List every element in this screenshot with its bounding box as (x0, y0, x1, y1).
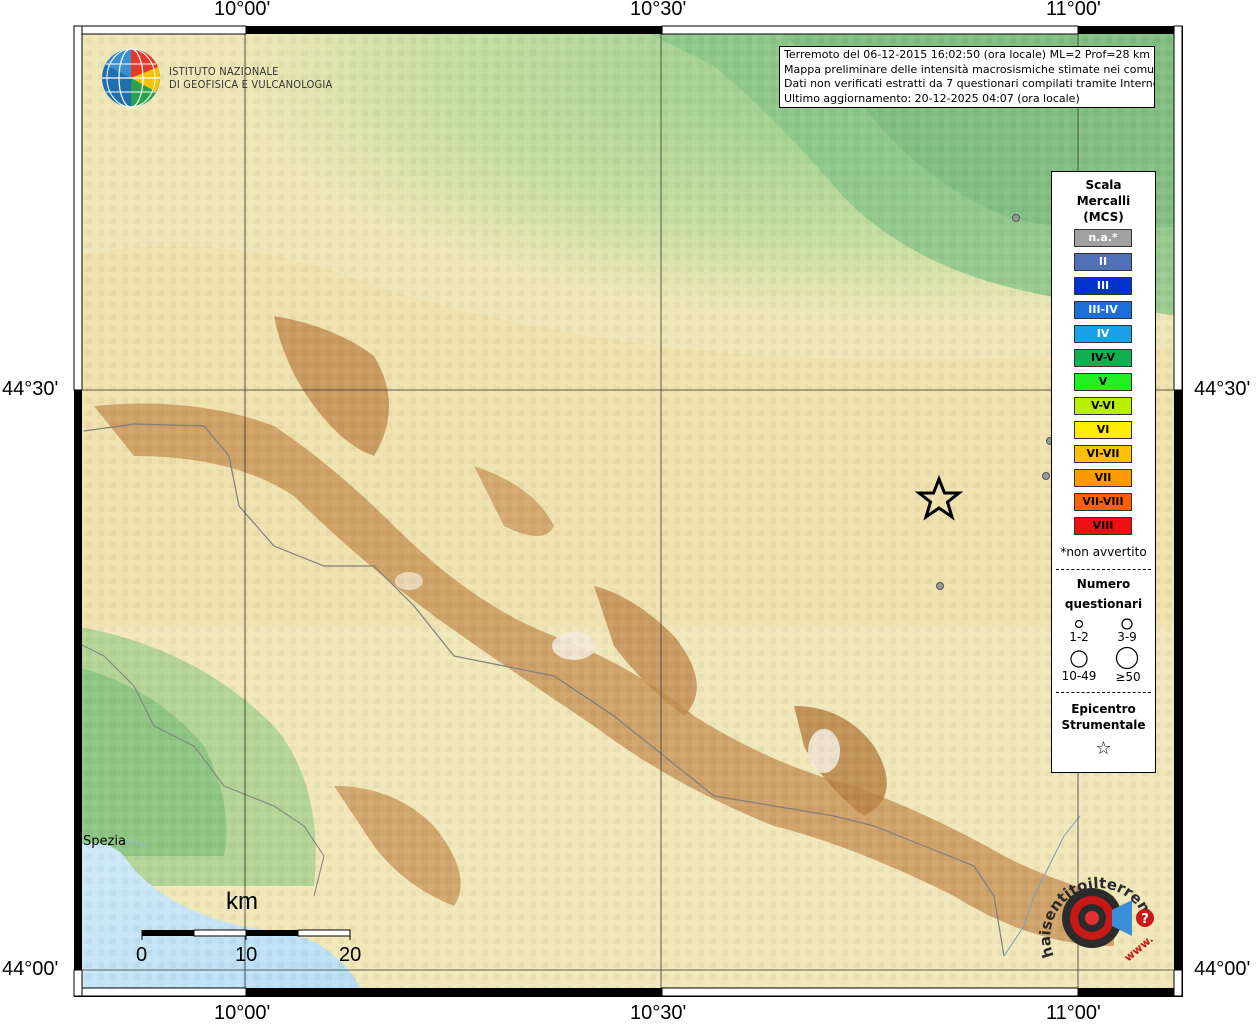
count-title-1: Numero (1076, 577, 1131, 591)
top-label-10-00: 10°00' (214, 0, 271, 20)
mcs-swatch: IV-V (1074, 349, 1132, 367)
legend-title-1: Scala (1085, 178, 1122, 192)
ingv-logo-line1: ISTITUTO NAZIONALE (169, 65, 279, 78)
epicenter-title-1: Epicentro (1071, 702, 1136, 716)
top-label-11-00: 11°00' (1046, 0, 1101, 20)
legend-title-2: Mercalli (1076, 194, 1131, 208)
count-label-50: ≥50 (1115, 670, 1141, 684)
badge-www: www. (1122, 933, 1156, 965)
count-label-10-49: 10-49 (1061, 669, 1097, 683)
mcs-swatch: VII (1074, 469, 1132, 487)
haisentito-badge[interactable]: haisentitoilterremoto.it ? www. (1027, 844, 1162, 970)
scalebar-tick-0: 0 (136, 944, 148, 966)
count-title-2: questionari (1064, 597, 1143, 611)
legend-title-3: (MCS) (1083, 210, 1124, 224)
legend-divider (1056, 692, 1151, 693)
info-line1: Terremoto del 06-12-2015 16:02:50 (ora l… (784, 48, 1151, 61)
info-line2: Mappa preliminare delle intensità macros… (784, 62, 1155, 76)
mcs-swatch: V-VI (1074, 397, 1132, 415)
ingv-logo-line2: DI GEOFISICA E VULCANOLOGIA (169, 78, 333, 91)
mcs-swatch: VI-VII (1074, 445, 1132, 463)
bottom-label-10-00: 10°00' (214, 1002, 271, 1024)
bottom-label-10-30: 10°30' (630, 1002, 687, 1024)
right-label-44-00: 44°00' (1194, 958, 1251, 980)
info-line4: Ultimo aggiornamento: 20-12-2025 04:07 (… (784, 91, 1080, 105)
legend-divider (1056, 569, 1151, 570)
scalebar-unit: km (226, 888, 258, 915)
mcs-legend: Scala Mercalli (MCS) n.a.* II III III-IV IV I… (1051, 171, 1156, 773)
epicenter-title-2: Strumentale (1061, 718, 1146, 732)
mcs-swatch: IV (1074, 325, 1132, 343)
event-info-box: Terremoto del 06-12-2015 16:02:50 (ora l… (779, 46, 1155, 108)
info-line3: Dati non verificati estratti da 7 questi… (784, 77, 1155, 90)
bottom-label-11-00: 11°00' (1046, 1002, 1101, 1024)
legend-note: *non avvertito (1060, 545, 1147, 559)
mcs-swatch: VI (1074, 421, 1132, 439)
scalebar (141, 929, 351, 940)
badge-question-icon: ? (1141, 912, 1149, 927)
count-label-3-9: 3-9 (1117, 630, 1137, 644)
scalebar-tick-20: 20 (339, 944, 362, 966)
mcs-swatch: VII-VIII (1074, 493, 1132, 511)
scalebar-tick-10: 10 (235, 944, 258, 966)
left-label-44-30: 44°30' (2, 378, 59, 400)
count-circle-small (1074, 619, 1084, 629)
mcs-swatch: III-IV (1074, 301, 1132, 319)
mcs-swatch: V (1074, 373, 1132, 391)
top-label-10-30: 10°30' (630, 0, 687, 20)
count-circle-xlarge (1115, 646, 1139, 670)
count-circle-medium (1121, 618, 1133, 630)
count-label-1-2: 1-2 (1069, 630, 1089, 644)
right-label-44-30: 44°30' (1194, 378, 1251, 400)
ingv-globe-icon (100, 47, 162, 109)
epicenter-legend-star-icon: ☆ (1095, 738, 1112, 759)
left-label-44-00: 44°00' (2, 958, 59, 980)
place-label-spezia: Spezia (83, 834, 126, 849)
count-circle-large (1070, 650, 1088, 668)
mcs-swatch: II (1074, 253, 1132, 271)
mcs-swatch: VIII (1074, 517, 1132, 535)
mcs-swatch: n.a.* (1074, 229, 1132, 247)
mcs-swatch: III (1074, 277, 1132, 295)
